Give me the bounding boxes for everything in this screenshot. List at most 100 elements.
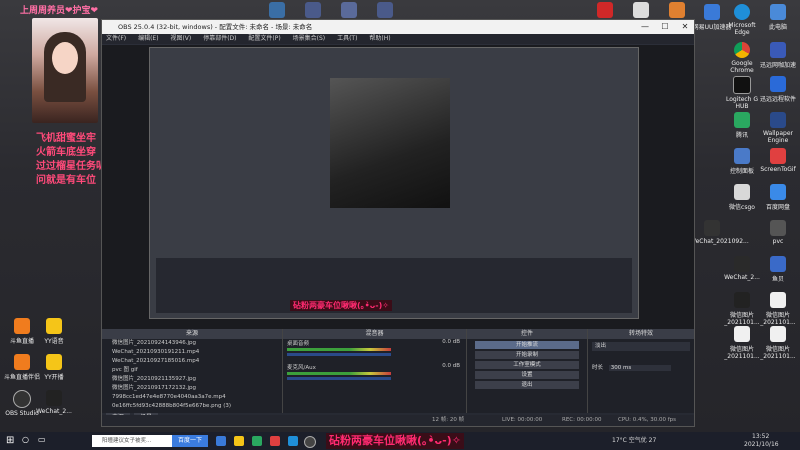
- source-item[interactable]: 0e16ffc5fd93c42888b804f5e667be.png (3): [102, 402, 282, 411]
- desktop-icon-yubei[interactable]: 鱼贝: [756, 256, 800, 283]
- duration-input[interactable]: 300 ms: [608, 365, 671, 371]
- maximize-icon[interactable]: ☐: [656, 20, 674, 34]
- mixer-dock: 混音器 桌面音频 0.0 dB 麦克风/Aux 0.0 dB: [283, 329, 467, 413]
- start-recording-button[interactable]: 开始录制: [475, 351, 579, 359]
- search-button[interactable]: 百度一下: [172, 435, 208, 447]
- clock-time[interactable]: 13:52: [752, 433, 769, 440]
- portrait-face: [52, 42, 78, 74]
- desktop-icon-label: pvc: [772, 238, 784, 245]
- status-rec: REC: 00:00:00: [562, 417, 602, 423]
- desktop-icon-label: Google Chrome: [730, 60, 754, 74]
- obs-docks: 来源 微信图片_20210924143946.jpg WeChat_202109…: [102, 329, 694, 426]
- windows-start-icon[interactable]: ⊞: [6, 435, 14, 446]
- source-item[interactable]: 微信图片_20210921135927.jpg: [102, 375, 282, 384]
- taskbar-app-icon[interactable]: [288, 436, 298, 446]
- status-live: LIVE: 00:00:00: [502, 417, 543, 423]
- volume-meter: [287, 372, 391, 375]
- desktop-icon-label: WeChat_2...: [724, 274, 760, 281]
- desktop-icon-label: 百度网盘: [765, 204, 790, 211]
- desktop-icon-edge[interactable]: Microsoft Edge: [720, 4, 764, 36]
- desktop-icon-label: 此电脑: [768, 24, 787, 31]
- desktop-icon-label: Microsoft Edge: [728, 22, 756, 36]
- studio-mode-button[interactable]: 工作室模式: [475, 361, 579, 369]
- volume-slider[interactable]: [287, 377, 391, 380]
- slogan-line: 问就是有车位: [36, 175, 96, 186]
- desktop-icon-yy[interactable]: YY语音: [32, 318, 76, 345]
- transition-select[interactable]: 淡出: [592, 342, 690, 351]
- menu-edit[interactable]: 编辑(E): [138, 35, 158, 42]
- exit-button[interactable]: 退出: [475, 381, 579, 389]
- desktop-icon-wechat-file[interactable]: WeChat_2021092...: [690, 220, 749, 245]
- desktop-icon-label: Wallpaper Engine: [762, 130, 793, 144]
- clock-date[interactable]: 2021/10/16: [744, 441, 779, 448]
- source-item[interactable]: 微信图片_20210924143946.jpg: [102, 339, 282, 348]
- taskbar-app-icon[interactable]: [216, 436, 226, 446]
- weather[interactable]: 17°C 空气优 27: [612, 435, 656, 444]
- menu-profile[interactable]: 配置文件(P): [248, 35, 280, 42]
- source-item[interactable]: WeChat_20210927185016.mp4: [102, 357, 282, 366]
- obs-preview[interactable]: 砧粉两豪车位啾啾(｡•̀ᴗ-)✧: [102, 45, 694, 329]
- desktop-icon-label: 微信图片_2021101...: [760, 346, 796, 360]
- desktop-icon-wallpaper-engine[interactable]: Wallpaper Engine: [756, 112, 800, 144]
- menu-scene-collection[interactable]: 场景集合(S): [293, 35, 326, 42]
- desktop-icon-ghub[interactable]: Logitech G HUB: [720, 76, 764, 110]
- desktop-icon-label: 微信图片_2021101...: [724, 346, 760, 360]
- taskbar-app-icon[interactable]: [234, 436, 244, 446]
- desktop-icon-yy-live[interactable]: YY开播: [32, 354, 76, 381]
- taskbar-app-icon[interactable]: [270, 436, 280, 446]
- controls-dock-title: 控件: [467, 329, 587, 339]
- taskbar-app-icon[interactable]: [252, 436, 262, 446]
- source-item[interactable]: WeChat_20210930191211.mp4: [102, 348, 282, 357]
- nested-stream-banner: 砧粉两豪车位啾啾(｡•̀ᴗ-)✧: [290, 300, 392, 311]
- menu-help[interactable]: 帮助(H): [369, 35, 390, 42]
- desktop-icon-image-file[interactable]: 微信图片_2021101...: [756, 326, 800, 360]
- desktop-icon-image-file[interactable]: 微信图片_2021101...: [756, 292, 800, 326]
- desktop-icon-label: 鱼贝: [771, 276, 784, 283]
- slogan-line: 火箭车底坐穿: [36, 147, 96, 158]
- settings-button[interactable]: 设置: [475, 371, 579, 379]
- slogan-line: 过过榴星任务叭: [36, 161, 106, 172]
- close-icon[interactable]: ✕: [676, 20, 694, 34]
- desktop-icon-baidu-pan[interactable]: 百度网盘: [756, 184, 800, 211]
- source-item[interactable]: 微信图片_20210917172132.jpg: [102, 384, 282, 393]
- desktop-icon-label: WeChat_2...: [36, 408, 72, 415]
- desktop-icon-label: 微信图片_2021101...: [760, 312, 796, 326]
- desktop-icon-label: 微信csgo: [729, 204, 755, 211]
- desktop-icon-label: 迅远网咖加速: [759, 62, 796, 69]
- menu-docks[interactable]: 停靠部件(D): [203, 35, 236, 42]
- search-input[interactable]: 阳瞳建议女子被奖...: [92, 435, 172, 447]
- start-streaming-button[interactable]: 开始推流: [475, 341, 579, 349]
- desktop-icon-label: 斗鱼直播: [9, 338, 34, 345]
- desktop-icon-pvc[interactable]: pvc: [756, 220, 800, 245]
- status-frames: 12 帧: 20 帧: [432, 417, 465, 423]
- menu-file[interactable]: 文件(F): [106, 35, 126, 42]
- stream-banner: 砧粉两豪车位啾啾(｡•̀ᴗ-)✧: [326, 433, 464, 449]
- desktop-icon-wechat-video[interactable]: WeChat_2...: [32, 390, 76, 415]
- status-cpu: CPU: 0.4%, 30.00 fps: [618, 417, 677, 423]
- source-item[interactable]: 7998cc1ed47e4e8770e4040aa3a7e.mp4: [102, 393, 282, 402]
- minimize-icon[interactable]: —: [636, 20, 654, 34]
- desktop-shortcut-icon[interactable]: [363, 2, 407, 20]
- volume-slider[interactable]: [287, 353, 391, 356]
- source-item[interactable]: pvc 图 gif: [102, 366, 282, 375]
- menu-tools[interactable]: 工具(T): [337, 35, 357, 42]
- nested-capture-content: [330, 78, 450, 208]
- desktop-icon-label: 腾讯: [735, 132, 748, 139]
- mixer-channel-db: 0.0 dB: [442, 363, 460, 369]
- mixer-channel: 麦克风/Aux 0.0 dB: [283, 363, 466, 387]
- desktop-icon-label: ScreenToGif: [760, 166, 796, 173]
- search-icon[interactable]: ○: [22, 435, 29, 444]
- desktop-icon-label: 迅远远程软件: [759, 96, 796, 103]
- menu-view[interactable]: 视图(V): [170, 35, 191, 42]
- task-view-icon[interactable]: ▭: [38, 435, 46, 444]
- desktop-icon-accelerator[interactable]: 迅远网咖加速: [756, 42, 800, 69]
- desktop-icon-screentogif[interactable]: ScreenToGif: [756, 148, 800, 173]
- taskbar-obs-icon[interactable]: [304, 436, 316, 448]
- nested-capture-docks: [156, 258, 632, 313]
- sources-dock-title: 来源: [102, 329, 282, 339]
- mixer-channel-name: 麦克风/Aux: [287, 365, 316, 371]
- controls-dock: 控件 开始推流 开始录制 工作室模式 设置 退出: [467, 329, 588, 413]
- transitions-dock: 转场特效 淡出 时长 300 ms: [588, 329, 694, 413]
- stream-slogan: 飞机甜蜜坐牢 火箭车底坐穿 过过榴星任务叭 问就是有车位: [36, 132, 106, 188]
- desktop-icon-label: YY语音: [44, 338, 64, 345]
